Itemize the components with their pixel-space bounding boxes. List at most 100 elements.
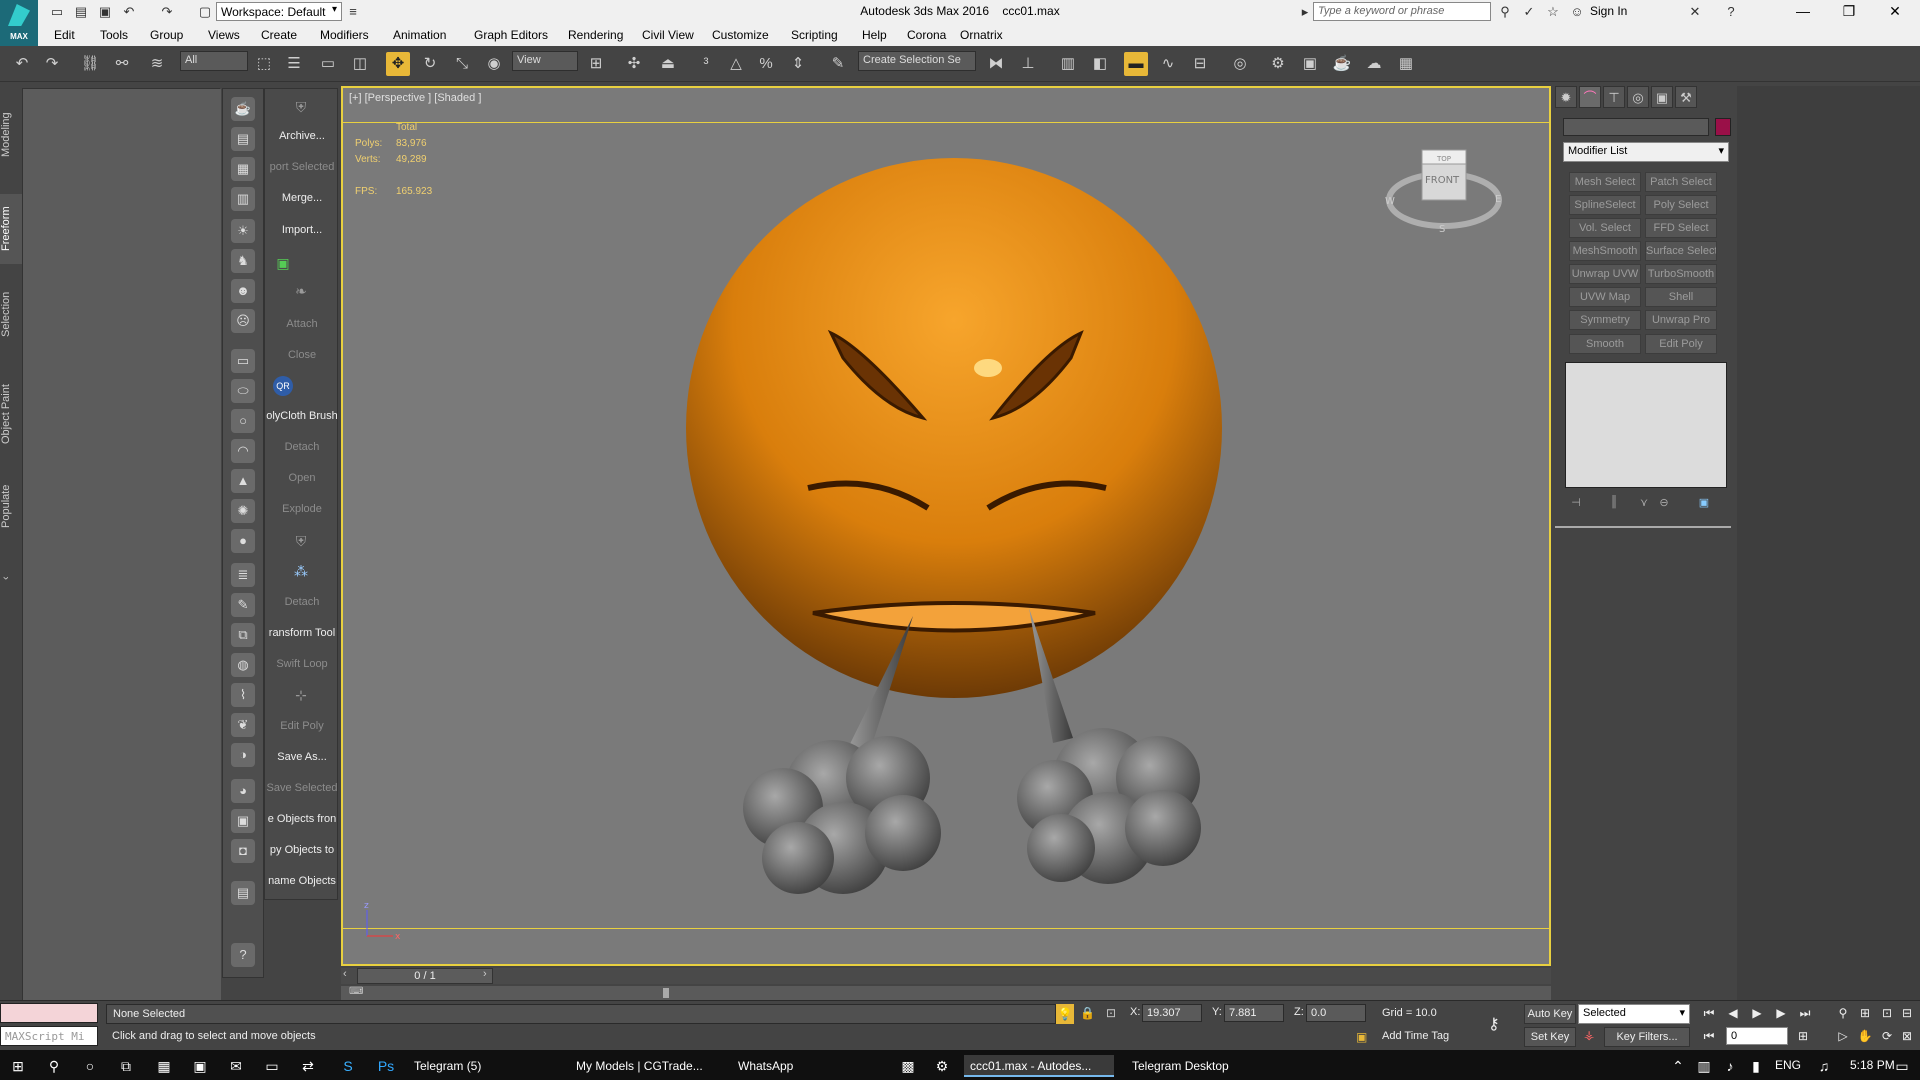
close-button[interactable]: ✕ — [1872, 0, 1918, 24]
polycloth-brush-button[interactable]: olyCloth Brush — [265, 405, 337, 427]
angry-emoji-model[interactable]: z x — [343, 88, 1549, 964]
unlink-icon[interactable]: ⚯ — [110, 52, 134, 76]
show-end-result-icon[interactable]: ║ — [1605, 496, 1623, 512]
menu-help[interactable]: Help — [862, 28, 887, 42]
snaps-toggle-icon[interactable]: ³ — [694, 52, 718, 76]
curve-editor-icon[interactable]: ∿ — [1156, 52, 1180, 76]
object-color-swatch[interactable] — [1715, 118, 1731, 136]
stack-icon[interactable]: ⧉ — [231, 623, 255, 647]
restore-button[interactable]: ❐ — [1826, 0, 1872, 24]
modifier-smooth-button[interactable]: Smooth — [1569, 334, 1641, 354]
attach-button[interactable]: Attach — [265, 313, 337, 335]
menu-views[interactable]: Views — [208, 28, 240, 42]
zoom-extents-icon[interactable]: ⊡ — [1878, 1006, 1896, 1022]
modifier-ffd-select-button[interactable]: FFD Select — [1645, 218, 1717, 238]
menu-rendering[interactable]: Rendering — [568, 28, 623, 42]
select-and-scale-icon[interactable]: ⤡ — [450, 52, 474, 76]
mask-icon[interactable]: ☹ — [231, 309, 255, 333]
tab-object-paint[interactable]: Object Paint — [0, 374, 22, 454]
sphere-icon[interactable]: ● — [231, 529, 255, 553]
project-folder-icon[interactable]: ▢ — [196, 3, 214, 21]
undo-icon[interactable]: ↶ — [120, 3, 138, 21]
window-crossing-icon[interactable]: ◫ — [348, 52, 372, 76]
schematic-view-icon[interactable]: ⊟ — [1188, 52, 1212, 76]
prev-frame-arrow-icon[interactable]: ‹ — [343, 968, 347, 980]
select-and-place-icon[interactable]: ◉ — [482, 52, 506, 76]
tab-selection[interactable]: Selection — [0, 284, 22, 344]
explode-button[interactable]: Explode — [265, 498, 337, 520]
search-input[interactable]: Type a keyword or phrase — [1313, 2, 1491, 21]
rendered-frame-window-icon[interactable]: ▣ — [1298, 52, 1322, 76]
modifier-mesh-select-button[interactable]: Mesh Select — [1569, 172, 1641, 192]
key-filters-button[interactable]: Key Filters... — [1604, 1027, 1690, 1047]
menu-ornatrix[interactable]: Ornatrix — [960, 28, 1003, 42]
app-logo[interactable]: MAX — [0, 0, 38, 46]
zoom-extents-all-icon[interactable]: ⊟ — [1898, 1006, 1916, 1022]
rename-objects-button[interactable]: name Objects — [265, 870, 337, 892]
sphere-blue-icon[interactable]: ◕ — [231, 779, 255, 803]
green-screen-icon[interactable]: ▣ — [273, 253, 293, 273]
reference-coordinate-dropdown[interactable]: View — [512, 51, 578, 71]
sign-in-button[interactable]: Sign In — [1590, 4, 1627, 18]
menu-edit[interactable]: Edit — [54, 28, 75, 42]
named-selection-dropdown[interactable]: Create Selection Se — [858, 51, 976, 71]
maxscript-mini-listener[interactable]: MAXScript Mi — [0, 1026, 98, 1046]
skype-icon[interactable]: S — [336, 1055, 360, 1077]
time-tag-icon[interactable]: ▣ — [1356, 1030, 1367, 1044]
go-to-start-icon[interactable]: ⏮ — [1700, 1006, 1718, 1022]
export-selected-button[interactable]: port Selected — [265, 156, 337, 178]
mail-icon[interactable]: ✉ — [224, 1055, 248, 1077]
menu-modifiers[interactable]: Modifiers — [320, 28, 369, 42]
ribbon-toggle-icon[interactable]: ▬ — [1124, 52, 1148, 76]
x-coordinate-field[interactable]: 19.307 — [1142, 1004, 1202, 1022]
next-frame-icon[interactable]: ▶ — [1772, 1006, 1790, 1022]
input-language[interactable]: ENG — [1775, 1058, 1801, 1072]
scene-explorer-toggle-icon[interactable]: ▥ — [1056, 52, 1080, 76]
pan-view-icon[interactable]: ✋ — [1856, 1029, 1874, 1045]
hemisphere-icon[interactable]: ◠ — [231, 439, 255, 463]
new-file-icon[interactable]: ▭ — [48, 3, 66, 21]
create-tab-icon[interactable]: ✹ — [1555, 86, 1577, 108]
modifier-list-dropdown[interactable]: Modifier List — [1563, 142, 1729, 162]
ribbon-expand-icon[interactable]: ‹ — [0, 570, 22, 586]
calculator-icon[interactable]: ▤ — [231, 881, 255, 905]
globe-icon[interactable]: ◍ — [231, 653, 255, 677]
open-file-icon[interactable]: ▤ — [72, 3, 90, 21]
configure-modifier-sets-icon[interactable]: ▣ — [1695, 496, 1713, 512]
action-center-icon[interactable]: ▭ — [1890, 1055, 1914, 1077]
remove-modifier-icon[interactable]: ⊖ — [1655, 496, 1673, 512]
curve-editor-mini-icon[interactable]: ⌨ — [349, 986, 363, 997]
bind-space-warp-icon[interactable]: ≋ — [145, 52, 169, 76]
subscription-icon[interactable]: ✓ — [1520, 3, 1538, 21]
modifier-spline-select-button[interactable]: SplineSelect — [1569, 195, 1641, 215]
maxscript-listener-output[interactable] — [0, 1003, 98, 1023]
keyboard-shortcut-override-icon[interactable]: ⏏ — [656, 52, 680, 76]
tab-populate[interactable]: Populate — [0, 476, 22, 536]
redo-icon[interactable]: ↷ — [158, 3, 176, 21]
windows-start-icon[interactable]: ⊞ — [6, 1055, 30, 1077]
teapot-icon[interactable]: ☕ — [231, 97, 255, 121]
modifier-unwrap-pro-button[interactable]: Unwrap Pro — [1645, 310, 1717, 330]
play-icon[interactable]: ▶ — [1748, 1006, 1766, 1022]
scene-explorer-panel[interactable] — [22, 88, 221, 1001]
select-by-name-icon[interactable]: ☰ — [282, 52, 306, 76]
layers-icon[interactable]: ≣ — [231, 563, 255, 587]
maximize-viewport-icon[interactable]: ⊠ — [1898, 1029, 1916, 1045]
modifier-stack-list[interactable] — [1565, 362, 1727, 488]
paste-objects-button[interactable]: e Objects fron — [265, 808, 337, 830]
grass-icon[interactable]: ⌇ — [231, 683, 255, 707]
favorites-icon[interactable]: ☆ — [1544, 3, 1562, 21]
face-icon[interactable]: ☻ — [231, 279, 255, 303]
modifier-vol-select-button[interactable]: Vol. Select — [1569, 218, 1641, 238]
modifier-edit-poly-button[interactable]: Edit Poly — [1645, 334, 1717, 354]
selection-filter-dropdown[interactable]: All — [180, 51, 248, 71]
modifier-turbosmooth-button[interactable]: TurboSmooth — [1645, 264, 1717, 284]
mirror-icon[interactable]: ⧓ — [984, 52, 1008, 76]
calculator-icon[interactable]: ▦ — [152, 1055, 176, 1077]
network-icon[interactable]: ⇄ — [296, 1055, 320, 1077]
right-smoke-cloud[interactable] — [1017, 728, 1201, 884]
show-hidden-icons-icon[interactable]: ⌃ — [1666, 1055, 1690, 1077]
previous-frame-icon[interactable]: ◀ — [1724, 1006, 1742, 1022]
binoculars-icon[interactable]: ⚲ — [1496, 3, 1514, 21]
save-icon[interactable]: ▣ — [96, 3, 114, 21]
